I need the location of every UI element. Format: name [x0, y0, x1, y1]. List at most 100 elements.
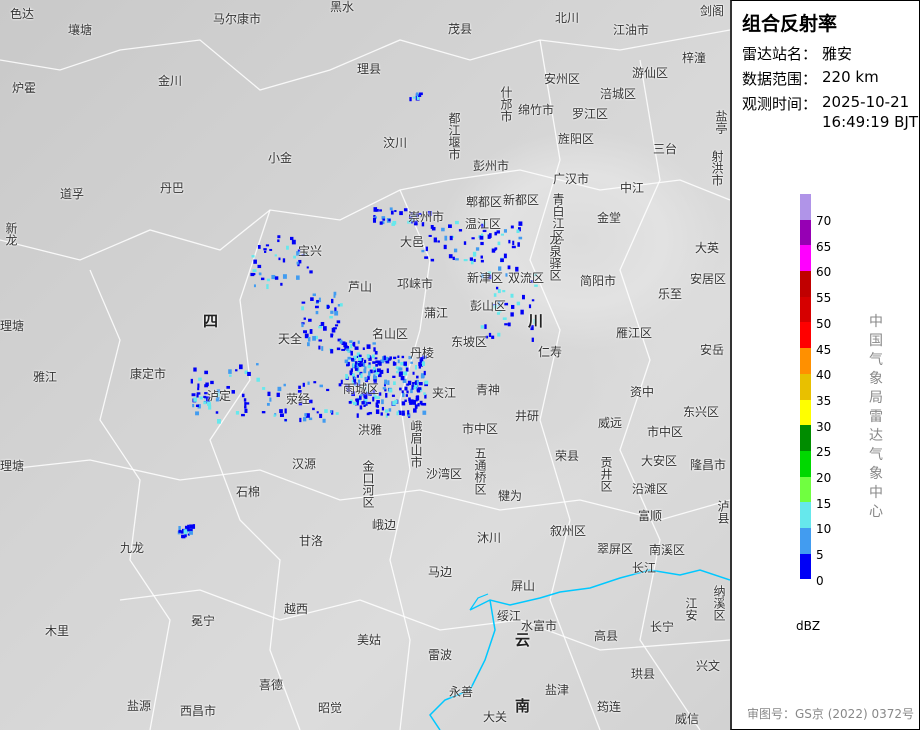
- scale-tick: 15: [816, 496, 832, 511]
- radar-echo: [338, 383, 342, 387]
- radar-echo: [284, 408, 287, 414]
- place-label: 荣县: [555, 449, 580, 463]
- radar-echo: [521, 294, 525, 300]
- radar-echo: [388, 388, 393, 393]
- radar-echo: [280, 282, 283, 286]
- radar-echo: [367, 401, 372, 405]
- color-swatch: [800, 399, 811, 426]
- radar-echo: [253, 284, 256, 288]
- radar-echo: [510, 225, 514, 229]
- radar-echo: [381, 406, 385, 411]
- radar-echo: [318, 339, 323, 342]
- radar-echo: [302, 382, 305, 387]
- radar-echo: [276, 392, 280, 397]
- radar-echo: [480, 255, 483, 259]
- radar-echo: [352, 363, 355, 368]
- radar-echo: [495, 286, 499, 290]
- radar-echo: [252, 273, 256, 276]
- place-label: 盐津: [545, 683, 570, 697]
- place-label: 珙县: [631, 667, 656, 681]
- radar-echo: [379, 209, 382, 212]
- radar-echo: [178, 529, 182, 533]
- radar-echo: [511, 304, 515, 309]
- radar-echo: [191, 393, 196, 397]
- station-label: 雷达站名：: [742, 45, 818, 63]
- radar-echo: [266, 284, 269, 290]
- radar-echo: [261, 411, 266, 414]
- range-value: 220 km: [822, 68, 879, 86]
- place-label: 雁江区: [616, 326, 653, 340]
- place-label: 绥江: [497, 609, 522, 623]
- radar-echo: [441, 227, 445, 232]
- place-label: 名山区: [372, 327, 409, 341]
- radar-echo: [368, 371, 371, 377]
- radar-echo: [409, 97, 412, 102]
- place-label: 越西: [284, 602, 309, 616]
- radar-echo: [403, 371, 407, 375]
- place-label: 洪雅: [358, 423, 383, 437]
- radar-echo: [424, 380, 429, 385]
- place-label: 新津区: [467, 271, 504, 285]
- radar-echo: [401, 390, 404, 394]
- place-label: 美姑: [357, 633, 382, 647]
- radar-echo: [453, 248, 458, 253]
- radar-echo: [417, 387, 422, 390]
- place-label: 安州区: [544, 72, 581, 86]
- place-label: 永善: [449, 685, 474, 699]
- radar-echo: [471, 237, 475, 240]
- radar-echo: [345, 348, 349, 351]
- place-label: 大邑: [400, 235, 425, 249]
- radar-echo: [518, 236, 523, 240]
- place-label: 简阳市: [580, 274, 617, 288]
- radar-echo: [266, 402, 270, 406]
- place-label: 盐亭: [714, 110, 728, 134]
- scale-tick: 20: [816, 471, 832, 485]
- radar-echo: [322, 418, 326, 423]
- radar-echo: [278, 257, 281, 261]
- place-label: 夹江: [432, 386, 457, 400]
- radar-echo: [190, 378, 193, 384]
- radar-echo: [195, 404, 199, 408]
- color-swatch: [800, 476, 811, 503]
- radar-echo: [197, 383, 200, 388]
- radar-echo: [357, 340, 360, 344]
- radar-echo: [392, 375, 396, 378]
- color-swatch: [800, 348, 811, 374]
- radar-echo: [353, 341, 356, 347]
- radar-echo: [484, 324, 487, 329]
- radar-echo: [458, 229, 463, 232]
- radar-echo: [399, 387, 402, 391]
- place-label: 理塘: [0, 319, 25, 333]
- radar-echo: [354, 346, 359, 350]
- radar-echo: [216, 418, 221, 424]
- place-label: 市中区: [647, 425, 684, 439]
- radar-echo: [531, 337, 534, 342]
- radar-map[interactable]: 色达 壤塘 马尔康市 黑水 茂县 北川 江油市 剑阁 炉霍 金川 理县 安州区 游仙区 梓潼 盐亭 什邡市 绵竹…: [0, 0, 730, 730]
- radar-echo: [244, 406, 247, 409]
- place-label: 雷波: [428, 648, 453, 662]
- place-label: 色达: [10, 7, 35, 21]
- unit-label: dBZ: [796, 619, 821, 633]
- radar-echo: [189, 524, 194, 529]
- radar-echo: [244, 402, 247, 407]
- place-label: 马边: [428, 565, 453, 579]
- radar-echo: [336, 347, 341, 351]
- radar-echo: [356, 400, 359, 403]
- radar-echo: [448, 254, 453, 259]
- radar-echo: [309, 270, 313, 274]
- place-label: 金川: [158, 74, 183, 88]
- radar-echo: [510, 293, 514, 298]
- radar-echo: [193, 367, 197, 372]
- radar-echo: [258, 272, 262, 275]
- place-label: 大安区: [641, 454, 678, 468]
- radar-echo: [330, 349, 334, 354]
- radar-echo: [196, 394, 199, 398]
- radar-echo: [344, 359, 348, 364]
- place-label: 峨边: [372, 518, 397, 532]
- radar-echo: [444, 235, 448, 241]
- radar-echo: [497, 332, 501, 337]
- radar-echo: [480, 241, 484, 246]
- radar-echo: [497, 241, 501, 246]
- radar-echo: [516, 229, 520, 234]
- radar-echo: [419, 400, 423, 405]
